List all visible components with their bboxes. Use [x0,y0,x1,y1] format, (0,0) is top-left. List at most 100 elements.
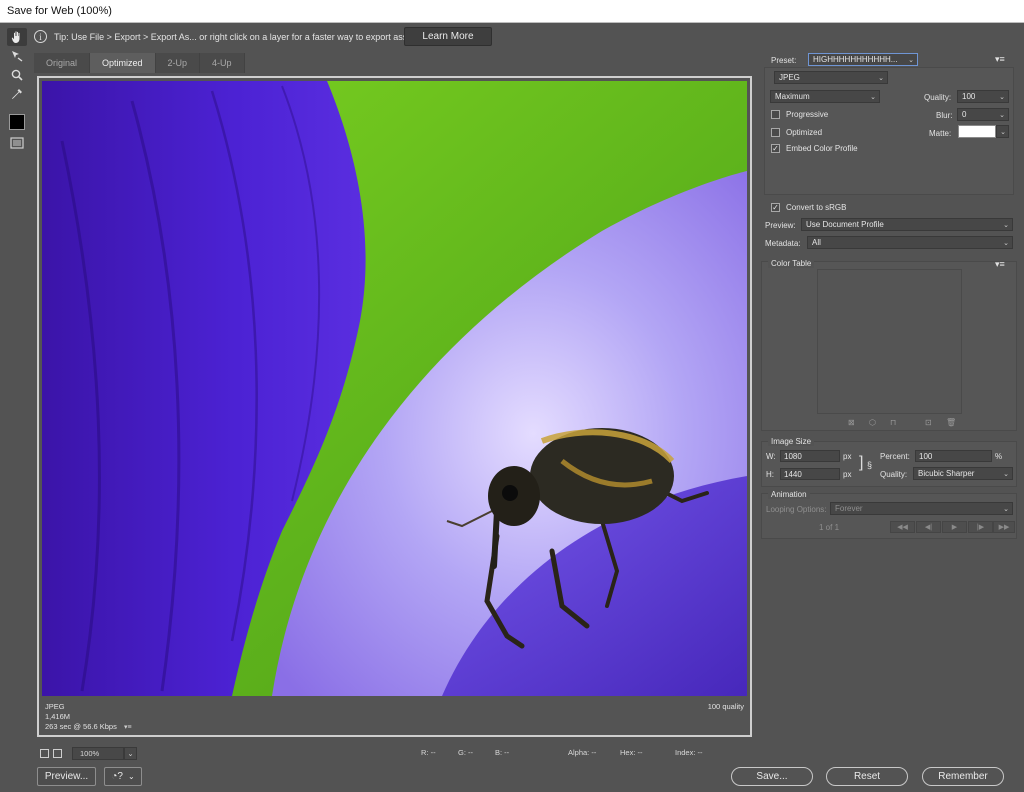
chevron-down-icon: ⌄ [1003,240,1009,247]
percent-input[interactable]: 100 [915,450,992,462]
readout-g: G: -- [458,748,473,757]
remember-button[interactable]: Remember [922,767,1004,786]
play-button[interactable]: ▶ [942,521,967,533]
lock-icon[interactable]: ⊓ [890,418,896,427]
quality-field[interactable]: 100 ⌄ [957,90,1009,103]
readout-r: R: -- [421,748,436,757]
preview-canvas[interactable]: JPEG 1,416M 263 sec @ 56.6 Kbps ▾≡ 100 q… [37,76,752,737]
optimized-box[interactable] [771,128,780,137]
chevron-down-icon: ⌄ [999,112,1005,119]
tab-optimized[interactable]: Optimized [90,53,156,73]
frame-counter: 1 of 1 [819,523,840,532]
zoom-level-field[interactable]: 100% [72,746,124,760]
format-dropdown[interactable]: JPEG ⌄ [774,71,888,84]
width-unit: px [843,452,852,461]
optimize-menu-icon[interactable]: ▾≡ [995,54,1005,65]
eyedropper-color-swatch[interactable] [9,114,25,130]
height-input[interactable]: 1440 [780,468,840,480]
next-frame-button[interactable]: |▶ [968,521,993,533]
slice-select-tool-icon[interactable] [7,47,27,65]
tool-column [4,26,30,156]
progressive-box[interactable] [771,110,780,119]
window-titlebar: Save for Web (100%) [0,0,1024,23]
chevron-down-icon: ⌄ [1003,471,1009,478]
compression-quality-value: Maximum [775,92,810,101]
chevron-down-icon: ⌄ [1003,222,1009,229]
progressive-checkbox[interactable]: Progressive [771,110,828,119]
animation-title: Animation [768,490,810,499]
quality-label: Quality: [924,93,952,102]
checkmark-icon[interactable]: ✓ [771,203,780,212]
learn-more-button[interactable]: Learn More [404,27,492,46]
window-title: Save for Web (100%) [7,5,112,17]
blur-label: Blur: [936,111,953,120]
optimized-checkbox[interactable]: Optimized [771,128,822,137]
zoom-in-icon[interactable] [53,748,62,758]
view-tabs: Original Optimized 2-Up 4-Up [34,53,245,73]
width-input[interactable]: 1080 [780,450,840,462]
matte-color-swatch[interactable] [958,125,996,138]
tip-bar: i Tip: Use File > Export > Export As... … [34,26,754,47]
convert-srgb-label: Convert to sRGB [786,203,847,212]
width-label: W: [766,452,776,461]
zoom-out-icon[interactable] [40,748,49,758]
chevron-down-icon: ⌄ [908,57,914,64]
preview-profile-dropdown[interactable]: Use Document Profile ⌄ [801,218,1013,231]
new-color-icon[interactable]: ⊡ [925,418,932,427]
color-table-menu-icon[interactable]: ▾≡ [995,259,1005,270]
readout-index: Index: -- [675,748,703,757]
tab-4-up[interactable]: 4-Up [200,53,245,73]
readout-alpha: Alpha: -- [568,748,597,757]
preview-image[interactable] [42,81,747,696]
convert-srgb-checkbox[interactable]: ✓ Convert to sRGB [771,203,846,212]
chevron-down-icon[interactable]: ⌄ [124,746,137,760]
status-format: JPEG [45,702,65,711]
web-shift-icon[interactable]: ⬡ [869,418,876,427]
looping-label: Looping Options: [766,505,827,514]
checkmark-icon[interactable]: ✓ [771,144,780,153]
save-button[interactable]: Save... [731,767,813,786]
metadata-dropdown[interactable]: All ⌄ [807,236,1013,249]
resample-quality-label: Quality: [880,470,908,479]
reset-button[interactable]: Reset [826,767,908,786]
preview-button[interactable]: Preview... [37,767,96,786]
chain-link-icon[interactable]: § [867,460,872,470]
matte-dropdown[interactable]: ⌄ [996,125,1009,138]
looping-value: Forever [835,504,863,513]
toggle-slices-icon[interactable] [7,134,27,152]
tip-text: Tip: Use File > Export > Export As... or… [54,31,420,42]
first-frame-button[interactable]: ◀◀ [890,521,915,533]
map-transparency-icon[interactable]: ⊠ [848,418,855,427]
quality-value: 100 [962,92,976,101]
tab-2-up[interactable]: 2-Up [155,53,201,73]
status-quality: 100 quality [707,702,744,711]
hand-tool-icon[interactable] [7,28,27,46]
color-table-area[interactable] [817,269,962,414]
readout-bar: 100% ⌄ R: -- G: -- B: -- Alpha: -- Hex: … [34,744,754,762]
image-size-title: Image Size [768,437,815,446]
preset-value: HIGHHHHHHHHHHH... [813,55,898,64]
download-speed-menu-icon[interactable]: ▾≡ [124,723,132,731]
eyedropper-tool-icon[interactable] [7,85,27,103]
image-status-left: JPEG 1,416M 263 sec @ 56.6 Kbps [45,702,117,732]
last-frame-button[interactable]: ▶▶ [993,521,1015,533]
percent-unit: % [995,452,1003,461]
zoom-tool-icon[interactable] [7,66,27,84]
previous-frame-button[interactable]: ◀| [916,521,941,533]
embed-color-profile-checkbox[interactable]: ✓ Embed Color Profile [771,144,858,153]
looping-dropdown[interactable]: Forever ⌄ [830,502,1013,515]
preview-in-browser-button[interactable]: ◔? ⌄ [104,767,142,786]
chevron-down-icon: ⌄ [870,94,876,101]
readout-hex: Hex: -- [620,748,643,757]
settings-panel: Preset: HIGHHHHHHHHHHH... ⌄ ▾≡ JPEG ⌄ Maxi… [757,48,1022,748]
compression-quality-dropdown[interactable]: Maximum ⌄ [770,90,880,103]
trash-icon[interactable]: 🗑 [946,418,956,427]
tab-original[interactable]: Original [34,53,91,73]
preset-dropdown[interactable]: HIGHHHHHHHHHHH... ⌄ [808,53,918,66]
preview-profile-value: Use Document Profile [806,220,884,229]
preset-label: Preset: [771,56,797,65]
resample-quality-dropdown[interactable]: Bicubic Sharper ⌄ [913,467,1013,480]
blur-field[interactable]: 0 ⌄ [957,108,1009,121]
info-icon: i [34,30,47,43]
optimized-label: Optimized [786,128,823,137]
